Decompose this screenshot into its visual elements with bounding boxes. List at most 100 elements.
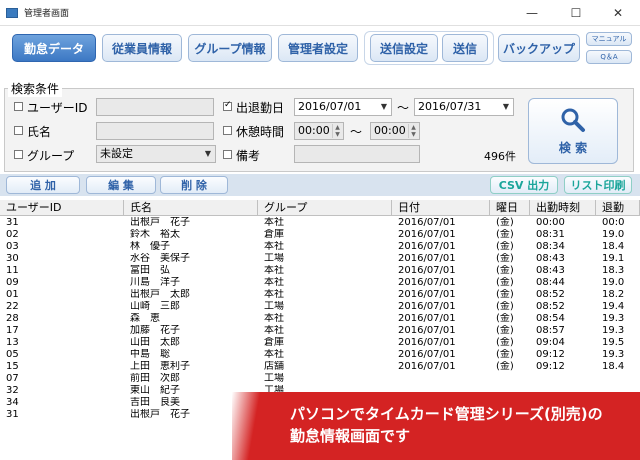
name-checkbox[interactable] (14, 126, 23, 135)
table-row[interactable]: 13 山田 太郎 倉庫 2016/07/01 (金) 09:04 19.5 (0, 337, 640, 349)
clock-date-label: 出退勤日 (236, 101, 285, 115)
search-button-label: 検 索 (558, 140, 588, 155)
table-row[interactable]: 31 出根戸 花子 本社 2016/07/01 (金) 00:00 00:0 (0, 217, 640, 229)
cell-clock-out: 19.1 (602, 253, 625, 264)
cell-name: 中島 聡 (130, 349, 170, 360)
group-select[interactable]: 未設定 ▼ (96, 145, 216, 163)
remarks-field[interactable] (294, 145, 420, 163)
spinner-icon[interactable]: ▲ ▼ (332, 124, 342, 138)
table-row[interactable]: 07 前田 次郎 工場 (0, 373, 640, 385)
column-header-clock-in[interactable]: 出勤時刻 (530, 200, 596, 216)
table-row[interactable]: 22 山崎 三郎 工場 2016/07/01 (金) 08:52 19.4 (0, 301, 640, 313)
cell-user-id: 15 (6, 361, 19, 372)
qa-button[interactable]: Q＆A (586, 50, 632, 64)
group-select-value: 未設定 (100, 147, 133, 160)
delete-button[interactable]: 削 除 (160, 176, 228, 194)
result-count: 496件 (484, 150, 516, 163)
cell-user-id: 05 (6, 349, 19, 360)
cell-date: 2016/07/01 (398, 301, 456, 312)
search-icon (561, 108, 585, 132)
table-row[interactable]: 11 富田 弘 本社 2016/07/01 (金) 08:43 18.3 (0, 265, 640, 277)
cell-group: 本社 (264, 325, 284, 336)
close-button[interactable]: ✕ (596, 0, 640, 26)
column-header-group[interactable]: グループ (258, 200, 392, 216)
table-row[interactable]: 15 上田 恵利子 店舗 2016/07/01 (金) 09:12 18.4 (0, 361, 640, 373)
table-row[interactable]: 09 川島 洋子 本社 2016/07/01 (金) 08:44 19.0 (0, 277, 640, 289)
cell-group: 工場 (264, 253, 284, 264)
table-row[interactable]: 02 鈴木 裕太 倉庫 2016/07/01 (金) 08:31 19.0 (0, 229, 640, 241)
csv-export-button[interactable]: CSV 出力 (490, 176, 558, 194)
admin-settings-button[interactable]: 管理者設定 (278, 34, 358, 62)
cell-clock-out (596, 373, 640, 385)
cell-name: 森 恵 (130, 313, 160, 324)
maximize-button[interactable]: ☐ (554, 0, 598, 26)
attendance-data-button[interactable]: 勤怠データ (12, 34, 96, 62)
clock-date-checkbox[interactable] (223, 100, 232, 111)
spinner-icon[interactable]: ▲ ▼ (408, 124, 418, 138)
search-button[interactable]: 検 索 (528, 98, 618, 164)
cell-user-id: 03 (6, 241, 19, 252)
cell-clock-out: 19.0 (602, 277, 625, 288)
cell-user-id: 31 (6, 409, 19, 420)
break-time-checkbox[interactable] (223, 126, 232, 135)
cell-weekday: (金) (496, 277, 514, 288)
table-row[interactable]: 03 林 優子 本社 2016/07/01 (金) 08:34 18.4 (0, 241, 640, 253)
cell-clock-out: 19.4 (602, 301, 625, 312)
date-to-picker[interactable]: 2016/07/31 ▼ (414, 98, 514, 116)
table-row[interactable]: 17 加藤 花子 本社 2016/07/01 (金) 08:57 19.3 (0, 325, 640, 337)
group-info-button[interactable]: グループ情報 (188, 34, 272, 62)
column-header-weekday[interactable]: 曜日 (490, 200, 530, 216)
cell-group: 本社 (264, 265, 284, 276)
cell-date: 2016/07/01 (398, 313, 456, 324)
table-row[interactable]: 30 水谷 美保子 工場 2016/07/01 (金) 08:43 19.1 (0, 253, 640, 265)
print-list-button[interactable]: リスト印刷 (564, 176, 632, 194)
manual-button[interactable]: マニュアル (586, 32, 632, 46)
cell-name: 水谷 美保子 (130, 253, 190, 264)
cell-user-id: 02 (6, 229, 19, 240)
cell-group: 本社 (264, 277, 284, 288)
cell-user-id: 11 (6, 265, 19, 276)
column-header-user-id[interactable]: ユーザーID (0, 200, 124, 216)
cell-date: 2016/07/01 (398, 265, 456, 276)
break-to-field[interactable]: 00:00 ▲ ▼ (370, 122, 420, 140)
column-header-date[interactable]: 日付 (392, 200, 490, 216)
cell-date: 2016/07/01 (398, 229, 456, 240)
minimize-button[interactable]: — (510, 0, 554, 26)
cell-clock-out: 19.0 (602, 229, 625, 240)
name-field[interactable] (96, 122, 214, 140)
table-row[interactable]: 01 出根戸 太郎 本社 2016/07/01 (金) 08:52 18.2 (0, 289, 640, 301)
break-from-field[interactable]: 00:00 ▲ ▼ (294, 122, 344, 140)
table-row[interactable]: 28 森 恵 本社 2016/07/01 (金) 08:54 19.3 (0, 313, 640, 325)
cell-clock-in: 08:57 (536, 325, 565, 336)
table-row[interactable]: 05 中島 聡 本社 2016/07/01 (金) 09:12 19.3 (0, 349, 640, 361)
employee-info-button[interactable]: 従業員情報 (102, 34, 182, 62)
send-button[interactable]: 送信 (442, 34, 488, 62)
user-id-field[interactable] (96, 98, 214, 116)
cell-name: 山田 太郎 (130, 337, 180, 348)
app-icon (6, 7, 18, 18)
send-settings-button[interactable]: 送信設定 (370, 34, 438, 62)
cell-clock-in: 08:31 (536, 229, 565, 240)
group-label: グループ (27, 149, 75, 163)
add-button[interactable]: 追 加 (6, 176, 80, 194)
edit-button[interactable]: 編 集 (86, 176, 156, 194)
cell-user-id: 34 (6, 397, 19, 408)
column-header-clock-out[interactable]: 退勤 (596, 200, 640, 216)
promo-line-1: パソコンでタイムカード管理シリーズ(別売)の (290, 405, 603, 423)
cell-name: 富田 弘 (130, 265, 170, 276)
backup-button[interactable]: バックアップ (498, 34, 580, 62)
cell-name: 山崎 三郎 (130, 301, 180, 312)
cell-weekday: (金) (496, 253, 514, 264)
cell-group: 店舗 (264, 361, 284, 372)
cell-name: 前田 次郎 (130, 373, 180, 384)
cell-name: 川島 洋子 (130, 277, 180, 288)
cell-clock-out: 19.5 (602, 337, 625, 348)
date-from-picker[interactable]: 2016/07/01 ▼ (294, 98, 392, 116)
user-id-checkbox[interactable] (14, 102, 23, 111)
remarks-checkbox[interactable] (223, 150, 232, 159)
cell-user-id: 32 (6, 385, 19, 396)
cell-date: 2016/07/01 (398, 277, 456, 288)
cell-group: 倉庫 (264, 337, 284, 348)
group-checkbox[interactable] (14, 150, 23, 159)
column-header-name[interactable]: 氏名 (124, 200, 258, 216)
